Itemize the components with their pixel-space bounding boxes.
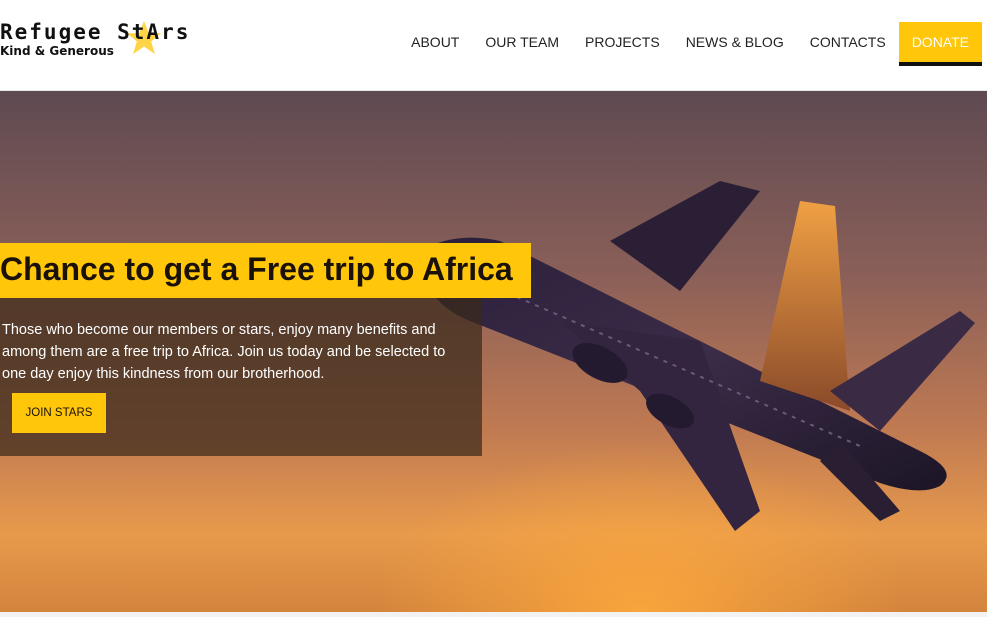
headline-banner: Chance to get a Free trip to Africa [0,243,531,298]
logo-title: Refugee StArs [0,20,191,44]
nav-item-news-blog[interactable]: NEWS & BLOG [673,22,797,62]
site-header: Refugee StArs Kind & Generous ABOUT OUR … [0,0,987,91]
join-stars-button[interactable]: JOIN STARS [12,393,106,433]
nav-item-about[interactable]: ABOUT [398,22,472,62]
hero-description-panel: Those who become our members or stars, e… [0,298,482,456]
donate-button[interactable]: DONATE [898,22,982,66]
nav-item-contacts[interactable]: CONTACTS [797,22,899,62]
hero-description: Those who become our members or stars, e… [2,322,446,382]
hero-headline: Chance to get a Free trip to Africa [0,251,513,287]
main-nav: ABOUT OUR TEAM PROJECTS NEWS & BLOG CONT… [398,22,982,66]
nav-item-our-team[interactable]: OUR TEAM [472,22,572,62]
logo-tagline: Kind & Generous [0,44,114,58]
nav-item-projects[interactable]: PROJECTS [572,22,673,62]
logo[interactable]: Refugee StArs Kind & Generous [0,16,190,66]
page-bottom-strip [0,612,987,617]
hero-banner: Chance to get a Free trip to Africa Thos… [0,91,987,612]
